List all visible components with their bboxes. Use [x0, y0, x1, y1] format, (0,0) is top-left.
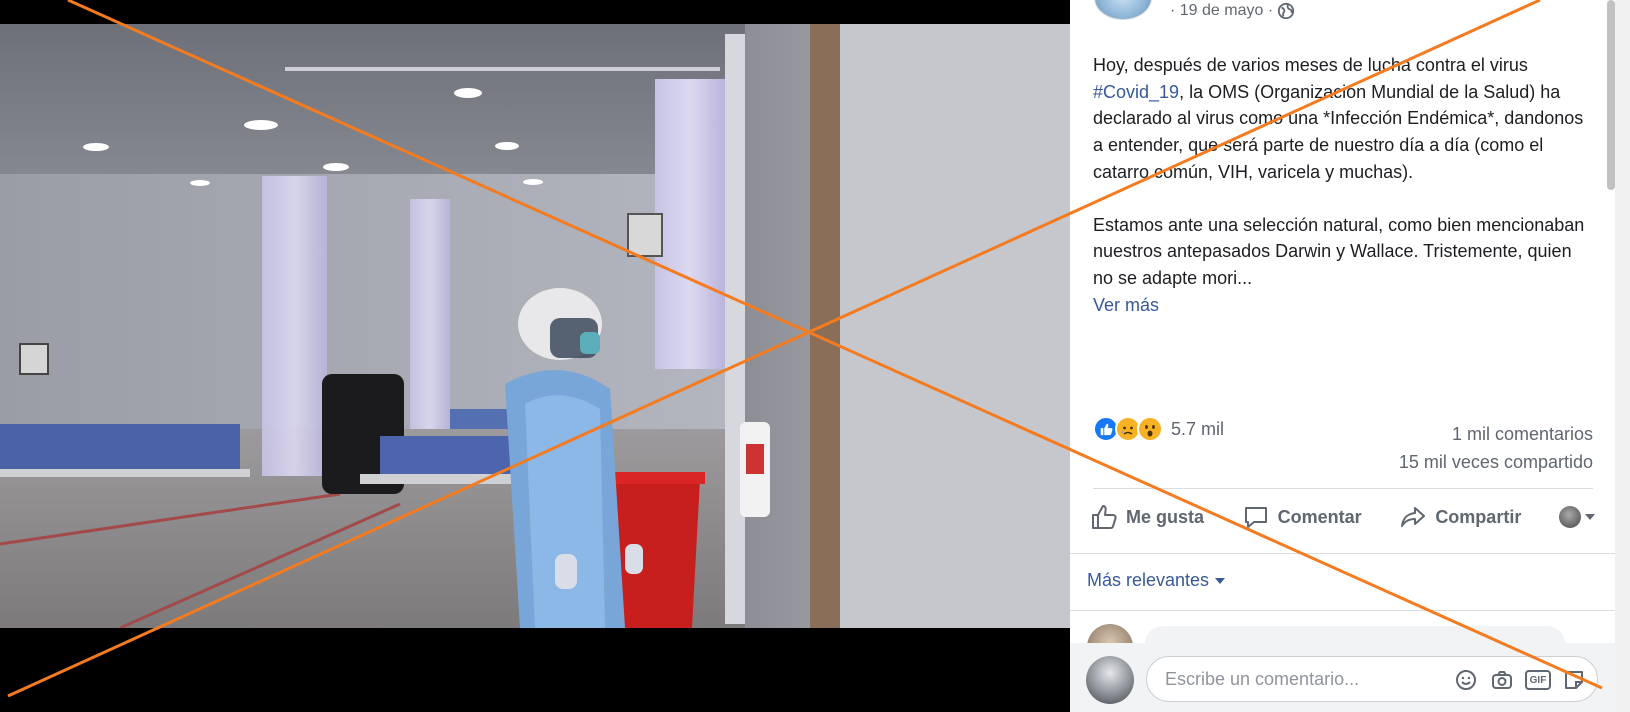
chevron-down-icon — [1215, 577, 1226, 584]
composer-tools: GIF — [1453, 667, 1587, 693]
scrollbar-track[interactable] — [1615, 0, 1630, 712]
divider — [1070, 610, 1615, 611]
globe-icon[interactable] — [1277, 2, 1295, 20]
audience-selector[interactable] — [1558, 506, 1595, 528]
reaction-count[interactable]: 5.7 mil — [1171, 419, 1224, 440]
post-paragraph-1: Hoy, después de varios meses de lucha co… — [1093, 55, 1584, 182]
share-label: Compartir — [1435, 506, 1522, 527]
chevron-down-icon — [1584, 514, 1595, 520]
comment-input[interactable]: Escribe un comentario... GIF — [1146, 656, 1598, 702]
page-avatar[interactable] — [1094, 0, 1152, 20]
comment-placeholder: Escribe un comentario... — [1165, 669, 1360, 689]
shares-count[interactable]: 15 mil veces compartido — [1399, 448, 1593, 476]
post-photo[interactable] — [0, 24, 1070, 628]
share-button[interactable]: Compartir — [1399, 503, 1521, 531]
post-stats: 1 mil comentarios 15 mil veces compartid… — [1399, 420, 1593, 476]
gif-icon[interactable]: GIF — [1525, 667, 1551, 693]
comment-sort-dropdown[interactable]: Más relevantes — [1087, 570, 1226, 591]
divider — [1093, 488, 1593, 489]
comment-composer: Escribe un comentario... GIF — [1070, 643, 1615, 712]
post-meta: · 19 de mayo · — [1170, 0, 1295, 22]
share-icon — [1401, 507, 1426, 527]
thumbs-up-icon — [1092, 505, 1117, 529]
post-date[interactable]: · 19 de mayo · — [1170, 2, 1273, 20]
post-actions: Me gusta Comentar Compartir — [1090, 503, 1595, 531]
comment-button[interactable]: Comentar — [1242, 503, 1362, 531]
reactions-summary[interactable]: 5.7 mil — [1093, 416, 1224, 442]
sort-label: Más relevantes — [1087, 570, 1210, 590]
camera-icon[interactable] — [1489, 667, 1515, 693]
hospital-ward-image — [0, 24, 1070, 628]
divider — [1070, 553, 1615, 554]
comment-label: Comentar — [1277, 506, 1362, 527]
post-body: Hoy, después de varios meses de lucha co… — [1093, 52, 1588, 318]
post-paragraph-2: Estamos ante una selección natural, como… — [1093, 212, 1588, 319]
like-label: Me gusta — [1126, 506, 1205, 527]
comment-icon — [1244, 507, 1267, 528]
scrollbar-thumb[interactable] — [1607, 0, 1615, 190]
avatar[interactable] — [1086, 656, 1134, 704]
avatar — [1558, 506, 1581, 528]
like-button[interactable]: Me gusta — [1090, 503, 1204, 531]
post-panel: · 19 de mayo · Hoy, después de varios me… — [1070, 0, 1615, 712]
see-more-link[interactable]: Ver más — [1093, 292, 1588, 319]
hashtag-link[interactable]: #Covid_19 — [1093, 82, 1179, 102]
sticker-icon[interactable] — [1561, 667, 1587, 693]
wow-icon — [1137, 416, 1163, 442]
emoji-icon[interactable] — [1453, 667, 1479, 693]
comments-count[interactable]: 1 mil comentarios — [1399, 420, 1593, 448]
photo-viewer — [0, 0, 1070, 712]
